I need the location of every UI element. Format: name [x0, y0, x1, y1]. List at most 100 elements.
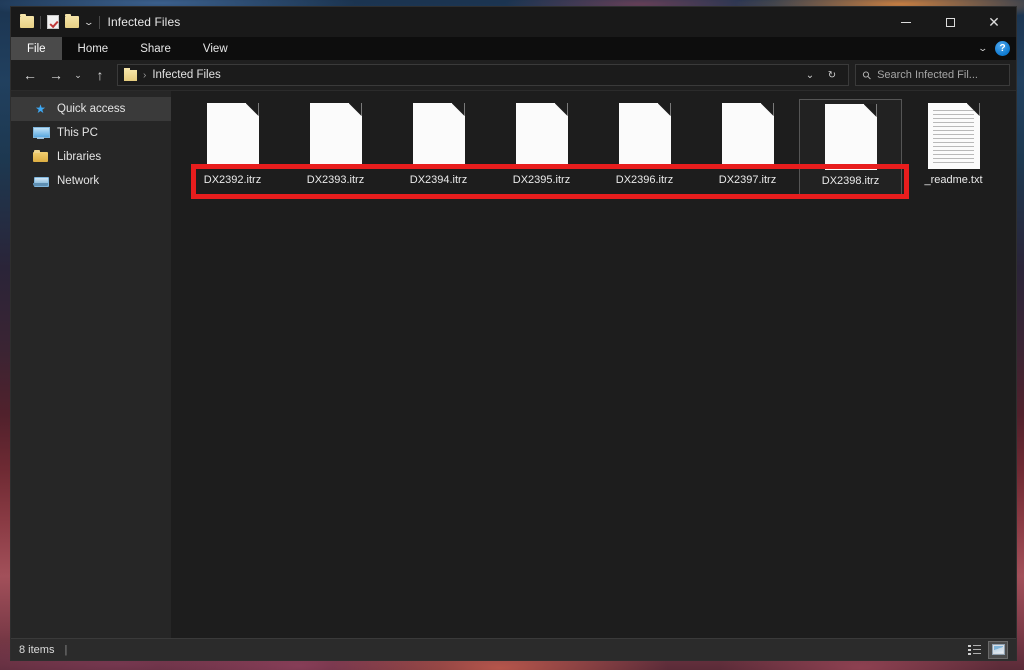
- file-item[interactable]: DX2392.itrz: [181, 99, 284, 199]
- help-button[interactable]: ?: [995, 41, 1010, 56]
- file-name: DX2393.itrz: [306, 174, 365, 186]
- file-name: DX2397.itrz: [718, 174, 777, 186]
- close-icon: ✕: [988, 14, 1000, 30]
- window-title: Infected Files: [107, 15, 181, 29]
- file-icon-wrap: [618, 103, 671, 169]
- address-bar-controls: ⌄ ↻: [800, 65, 842, 85]
- status-bar: 8 items |: [11, 638, 1016, 660]
- sidebar-item-label: Network: [57, 175, 100, 187]
- file-name: DX2398.itrz: [821, 175, 880, 187]
- libraries-folder-icon: [33, 150, 48, 164]
- ribbon-right-controls: ⌄ ?: [978, 37, 1010, 60]
- sidebar-item-network[interactable]: Network: [11, 169, 171, 193]
- properties-icon[interactable]: [47, 15, 59, 29]
- file-name: DX2396.itrz: [615, 174, 674, 186]
- tab-view-label: View: [202, 42, 228, 55]
- details-view-icon: [967, 644, 981, 655]
- sidebar-item-label: This PC: [57, 127, 98, 139]
- file-item[interactable]: _readme.txt: [902, 99, 1005, 199]
- search-icon: ⚲: [860, 68, 875, 83]
- file-item[interactable]: DX2393.itrz: [284, 99, 387, 199]
- maximize-icon: [945, 17, 955, 27]
- file-grid: DX2392.itrz DX2393.itrz DX2394.itrz DX23…: [171, 91, 1016, 207]
- file-name: DX2392.itrz: [203, 174, 262, 186]
- toolbar-divider: [40, 15, 41, 29]
- file-name: _readme.txt: [924, 174, 983, 186]
- sidebar-item-label: Quick access: [57, 103, 126, 115]
- toolbar-divider-2: [98, 15, 100, 29]
- blank-document-icon: [824, 104, 877, 170]
- up-button[interactable]: ↑: [87, 62, 113, 88]
- large-icons-view-button[interactable]: [988, 640, 1008, 659]
- status-separator: |: [64, 643, 68, 656]
- back-button[interactable]: ←: [17, 62, 43, 88]
- file-item[interactable]: DX2395.itrz: [490, 99, 593, 199]
- large-icons-view-icon: [991, 644, 1005, 655]
- file-item-selected[interactable]: DX2398.itrz: [799, 99, 902, 199]
- breadcrumb-separator: ›: [143, 69, 147, 81]
- blank-document-icon: [618, 103, 671, 169]
- folder-icon[interactable]: [20, 14, 34, 28]
- quick-access-toolbar: ⌄: [11, 14, 100, 29]
- view-toggle-group: [964, 640, 1008, 659]
- window-body: ★ Quick access This PC Libraries Network: [11, 90, 1016, 638]
- file-icon-wrap: [206, 103, 259, 169]
- blank-document-icon: [206, 103, 259, 169]
- maximize-button[interactable]: [928, 7, 972, 37]
- blank-document-icon: [309, 103, 362, 169]
- search-box[interactable]: ⚲ Search Infected Fil...: [855, 64, 1010, 86]
- minimize-button[interactable]: [884, 7, 928, 37]
- blank-document-icon: [515, 103, 568, 169]
- tab-view[interactable]: View: [187, 37, 244, 60]
- chevron-down-icon[interactable]: ⌄: [978, 43, 989, 54]
- sidebar-item-this-pc[interactable]: This PC: [11, 121, 171, 145]
- address-folder-icon: [124, 67, 137, 81]
- refresh-icon[interactable]: ↻: [822, 65, 842, 85]
- monitor-icon: [33, 126, 50, 140]
- file-name: DX2394.itrz: [409, 174, 468, 186]
- address-dropdown-icon[interactable]: ⌄: [800, 65, 820, 85]
- blank-document-icon: [412, 103, 465, 169]
- minimize-icon: [901, 21, 911, 23]
- breadcrumb[interactable]: Infected Files: [152, 69, 220, 81]
- sidebar-item-libraries[interactable]: Libraries: [11, 145, 171, 169]
- qat-chevron-down-icon[interactable]: ⌄: [83, 17, 94, 27]
- file-icon-wrap: [824, 104, 877, 170]
- network-icon: [33, 174, 49, 188]
- file-explorer-window: ⌄ Infected Files ✕ File Home Share View …: [10, 6, 1017, 661]
- file-icon-wrap: [927, 103, 980, 169]
- tab-share[interactable]: Share: [124, 37, 187, 60]
- ribbon-tab-strip: File Home Share View ⌄ ?: [11, 37, 1016, 60]
- file-icon-wrap: [721, 103, 774, 169]
- file-icon-wrap: [515, 103, 568, 169]
- navigation-pane: ★ Quick access This PC Libraries Network: [11, 91, 171, 638]
- file-item[interactable]: DX2394.itrz: [387, 99, 490, 199]
- star-icon: ★: [35, 102, 46, 116]
- file-name: DX2395.itrz: [512, 174, 571, 186]
- item-count: 8 items: [19, 643, 55, 656]
- tab-home[interactable]: Home: [62, 37, 125, 60]
- navigation-bar: ← → ⌄ ↑ › Infected Files ⌄ ↻ ⚲ Search In…: [11, 60, 1016, 90]
- recent-locations-button[interactable]: ⌄: [69, 62, 87, 88]
- tab-home-label: Home: [77, 42, 109, 55]
- file-item[interactable]: DX2396.itrz: [593, 99, 696, 199]
- file-list-pane[interactable]: DX2392.itrz DX2393.itrz DX2394.itrz DX23…: [171, 91, 1016, 638]
- file-icon-wrap: [309, 103, 362, 169]
- tab-file[interactable]: File: [11, 37, 62, 60]
- caption-buttons: ✕: [884, 7, 1016, 37]
- search-input[interactable]: Search Infected Fil...: [877, 69, 978, 81]
- sidebar-item-quick-access[interactable]: ★ Quick access: [11, 97, 171, 121]
- file-icon-wrap: [412, 103, 465, 169]
- blank-document-icon: [721, 103, 774, 169]
- file-item[interactable]: DX2397.itrz: [696, 99, 799, 199]
- new-folder-icon[interactable]: [65, 14, 79, 28]
- tab-share-label: Share: [140, 42, 171, 55]
- close-button[interactable]: ✕: [972, 7, 1016, 37]
- title-bar: ⌄ Infected Files ✕: [11, 7, 1016, 37]
- forward-button[interactable]: →: [43, 62, 69, 88]
- text-lines: [932, 110, 974, 163]
- tab-file-label: File: [27, 42, 46, 55]
- details-view-button[interactable]: [964, 641, 984, 659]
- sidebar-item-label: Libraries: [57, 151, 102, 163]
- address-bar[interactable]: › Infected Files ⌄ ↻: [117, 64, 849, 86]
